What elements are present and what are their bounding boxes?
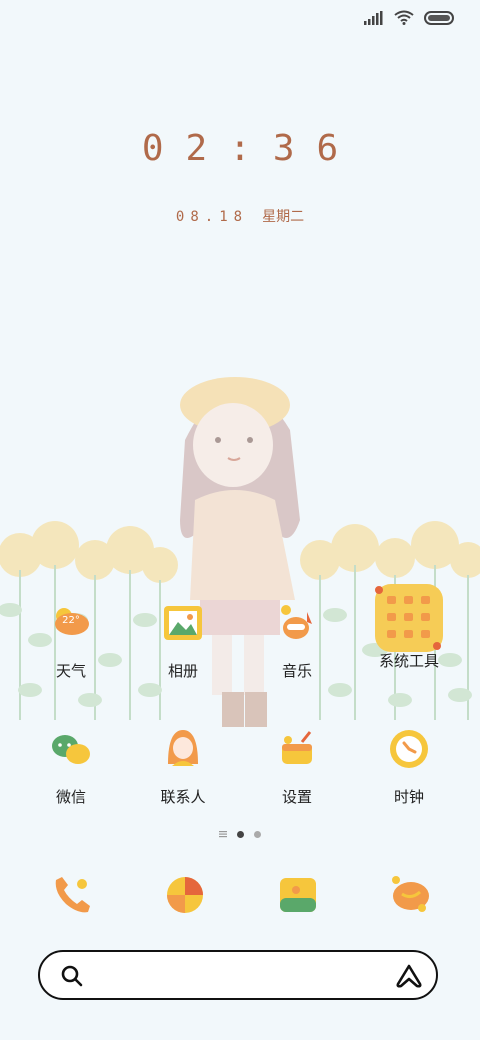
app-gallery[interactable]: 相册 [128,600,238,681]
app-label: 时钟 [393,788,424,806]
search-icon[interactable] [60,964,84,988]
settings-icon [282,731,312,764]
app-clock[interactable]: 时钟 [354,726,464,807]
app-weather[interactable]: 22° 天气 [16,600,126,681]
dock-phone[interactable] [50,872,96,918]
home-list-icon[interactable] [219,830,227,838]
phone-icon [55,877,90,913]
app-label: 联系人 [160,788,206,806]
browser-icon [167,877,203,913]
wallpaper-illustration [0,377,480,727]
music-icon [281,605,312,639]
system-tools-folder-icon [375,584,443,652]
wifi-icon [394,10,414,25]
dock-camera[interactable] [388,872,434,918]
app-system-tools-folder[interactable]: 系统工具 [354,582,464,671]
weather-temp: 22° [62,615,80,626]
contacts-icon [168,730,198,766]
clock-icon [390,730,428,768]
lock-date: 08.18 [175,209,249,225]
messages-icon [280,878,316,912]
gallery-icon [164,606,202,640]
dock-messages[interactable] [276,872,322,918]
app-music[interactable]: 音乐 [242,600,352,681]
camera-icon [392,876,429,912]
app-label: 微信 [55,788,86,806]
lock-date-row: 08.18 星期二 [0,206,480,226]
page-dot[interactable] [254,830,261,838]
lock-time: 02:36 [141,128,361,169]
app-contacts[interactable]: 联系人 [128,726,238,807]
wechat-icon [52,735,90,764]
battery-icon [424,10,454,25]
app-label: 天气 [55,662,86,680]
dock-browser[interactable] [162,872,208,918]
page-dot-active[interactable] [237,830,244,838]
assistant-icon[interactable] [395,963,423,989]
lock-weekday: 星期二 [262,209,305,225]
signal-icon [364,10,383,25]
app-label: 音乐 [281,662,312,680]
app-label: 相册 [167,662,198,680]
app-label: 设置 [281,788,312,806]
app-wechat[interactable]: 微信 [16,726,126,807]
page-indicator [0,830,480,838]
status-bar [364,10,454,25]
app-settings[interactable]: 设置 [242,726,352,807]
search-bar[interactable] [38,950,438,1000]
